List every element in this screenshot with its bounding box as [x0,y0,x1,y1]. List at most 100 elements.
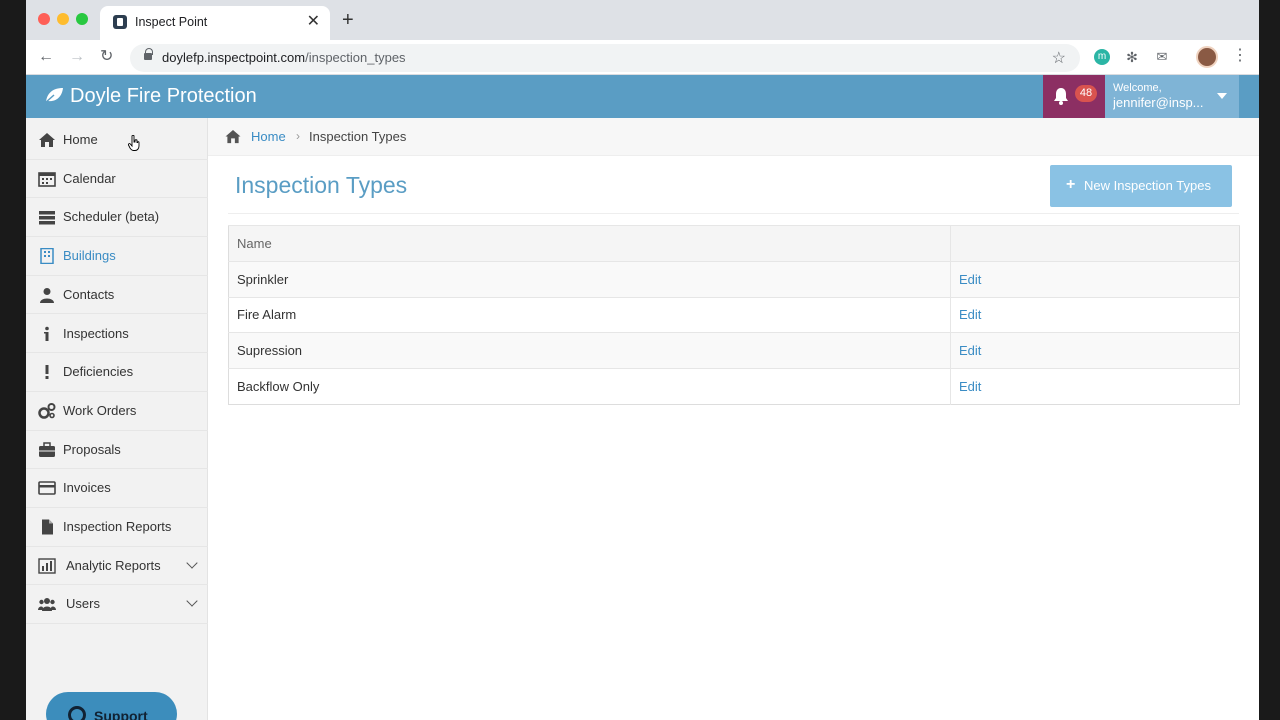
breadcrumb-separator: › [296,129,300,143]
edit-link[interactable]: Edit [959,272,981,287]
extension-m-icon[interactable]: m [1094,49,1110,65]
sidebar-item-label: Buildings [63,248,116,264]
sidebar-item-label: Deficiencies [63,364,134,380]
sidebar-item-inspection-reports[interactable]: Inspection Reports [26,508,208,547]
profile-avatar[interactable] [1196,46,1218,68]
table-row: Fire Alarm Edit [228,296,1240,333]
support-button[interactable]: Support [46,692,177,720]
browser-tab[interactable]: Inspect Point ✕ [100,6,330,40]
calendar-icon [38,171,56,187]
sidebar-item-label: Inspections [63,325,129,341]
brand-name[interactable]: Doyle Fire Protection [70,85,257,108]
snowflake-extension-icon[interactable]: ✻ [1124,49,1140,65]
page-title: Inspection Types [235,172,408,198]
row-actions: Edit [950,332,1240,369]
file-icon [42,519,53,535]
column-header-actions [950,225,1240,262]
home-icon [39,133,55,147]
plus-icon: + [1066,176,1076,193]
users-icon [38,598,56,612]
sidebar-item-home[interactable]: Home [26,121,208,160]
reload-icon[interactable]: ↻ [100,47,113,67]
table-row: Sprinkler Edit [228,260,1240,298]
bar-chart-icon [38,557,56,574]
tab-title: Inspect Point [135,15,208,29]
sidebar-item-users[interactable]: Users [26,585,208,625]
browser-menu-icon[interactable]: ⋮ [1232,46,1248,66]
row-name: Supression [228,332,951,369]
sidebar-item-invoices[interactable]: Invoices [26,469,208,508]
sidebar-item-scheduler[interactable]: Scheduler (beta) [26,198,208,238]
bell-icon [1054,88,1068,105]
info-icon [44,326,49,341]
app-header: Doyle Fire Protection 48 Welcome, jennif… [26,75,1259,118]
sidebar-item-label: Proposals [63,441,121,457]
chat-bubble-icon [68,706,86,720]
gears-icon [38,402,56,419]
mail-extension-icon[interactable]: ✉ [1154,49,1170,65]
url-text[interactable]: doylefp.inspectpoint.com/inspection_type… [162,50,406,65]
close-window-button[interactable] [38,13,50,25]
tab-close-icon[interactable]: ✕ [307,12,320,32]
edit-link[interactable]: Edit [959,343,981,358]
sidebar-item-contacts[interactable]: Contacts [26,276,208,315]
support-label: Support [94,708,148,720]
building-icon [40,248,54,265]
minimize-window-button[interactable] [57,13,69,25]
sidebar-item-label: Invoices [63,480,111,496]
notifications-button[interactable]: 48 [1043,75,1105,118]
sidebar-item-proposals[interactable]: Proposals [26,431,208,470]
sidebar-item-label: Inspection Reports [63,519,172,534]
edit-link[interactable]: Edit [959,379,981,394]
notification-count-badge: 48 [1075,85,1097,102]
user-menu[interactable]: Welcome, jennifer@insp... [1105,75,1239,118]
back-arrow-icon[interactable]: ← [38,47,54,67]
lock-icon [144,48,153,61]
briefcase-icon [39,441,55,457]
home-icon[interactable] [224,129,242,144]
forward-arrow-icon[interactable]: → [69,47,85,67]
sidebar-item-label: Home [63,132,98,147]
sidebar-item-label: Scheduler (beta) [63,209,160,225]
chevron-down-icon [186,595,198,608]
favicon-icon [113,15,127,29]
table-header-row: Name [228,225,1240,262]
new-tab-button[interactable]: + [342,10,354,30]
address-bar[interactable]: doylefp.inspectpoint.com/inspection_type… [130,44,1080,72]
edit-link[interactable]: Edit [959,307,981,322]
row-actions: Edit [950,260,1240,298]
sidebar-item-buildings[interactable]: Buildings [26,237,208,276]
row-actions: Edit [950,368,1240,405]
new-button-label: New Inspection Types [1084,178,1211,193]
row-name: Sprinkler [228,260,951,298]
browser-toolbar: ← → ↻ doylefp.inspectpoint.com/inspectio… [26,40,1259,75]
sidebar-item-label: Contacts [63,286,115,302]
column-header-name[interactable]: Name [228,225,951,262]
chevron-down-icon [186,557,198,569]
browser-window: Inspect Point ✕ + ← → ↻ doylefp.inspectp… [26,0,1259,720]
sidebar-item-label: Calendar [63,170,116,186]
welcome-label: Welcome, [1113,82,1162,94]
caret-down-icon [1217,93,1227,99]
breadcrumb: Home › Inspection Types [208,118,1259,156]
divider [228,213,1239,214]
main-content: Home › Inspection Types Inspection Types… [208,118,1259,720]
sidebar-item-label: Users [66,596,100,612]
sidebar-item-label: Work Orders [63,402,137,418]
new-inspection-types-button[interactable]: + New Inspection Types [1050,165,1232,207]
inspection-types-table: Name Sprinkler Edit Fire Alarm Edit Supr… [228,225,1240,405]
sidebar-item-work-orders[interactable]: Work Orders [26,392,208,431]
breadcrumb-current: Inspection Types [309,129,407,144]
user-email: jennifer@insp... [1113,95,1204,110]
row-name: Backflow Only [228,368,951,405]
sidebar-item-calendar[interactable]: Calendar [26,160,208,199]
maximize-window-button[interactable] [76,13,88,25]
breadcrumb-home-link[interactable]: Home [251,129,286,144]
sidebar-item-inspections[interactable]: Inspections [26,315,208,354]
sidebar-item-analytic-reports[interactable]: Analytic Reports [26,547,208,586]
exclamation-icon [45,365,49,380]
table-row: Backflow Only Edit [228,368,1240,405]
sidebar-item-deficiencies[interactable]: Deficiencies [26,353,208,392]
bookmark-star-icon[interactable]: ☆ [1052,48,1066,68]
tab-strip: Inspect Point ✕ + [26,0,1259,40]
